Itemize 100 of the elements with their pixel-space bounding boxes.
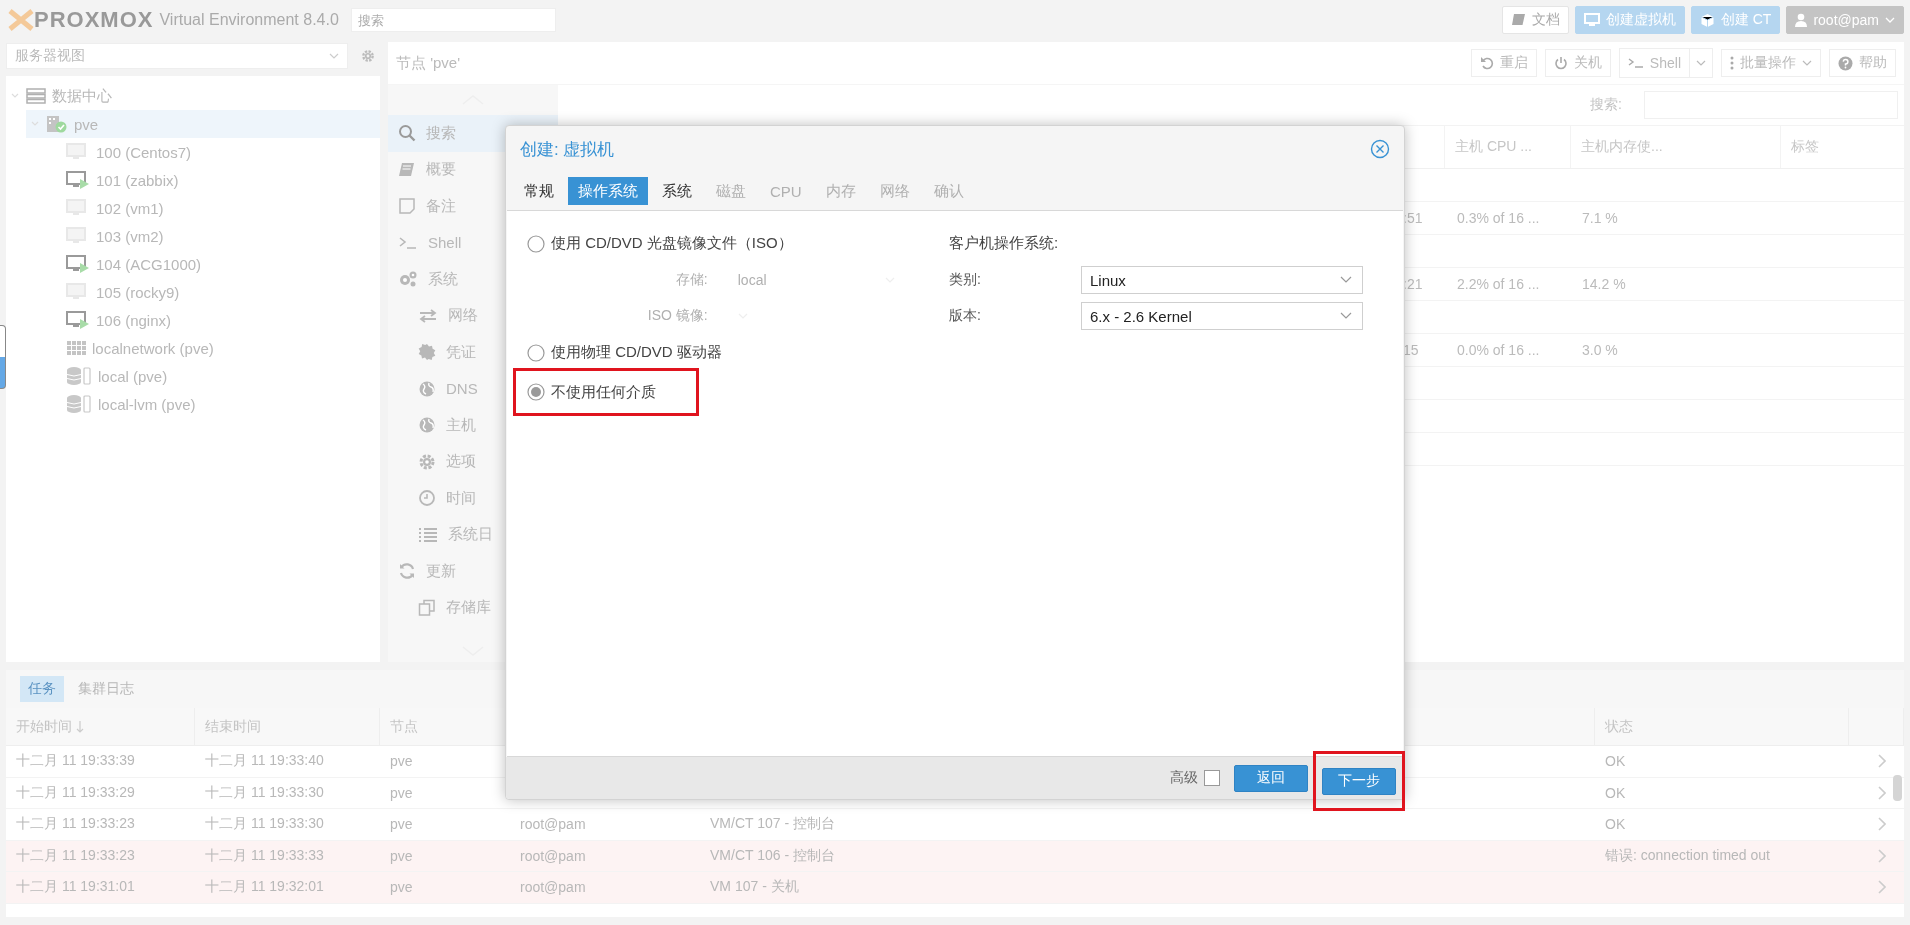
tree-item[interactable]: 101 (zabbix) (46, 166, 380, 194)
terminal-icon (1627, 57, 1644, 69)
toolbar-button[interactable]: 关机 (1544, 49, 1611, 77)
radio-option[interactable]: 使用 CD/DVD 光盘镜像文件（ISO） (527, 234, 793, 253)
nav-item[interactable]: 选项 (388, 443, 558, 480)
gear-icon (361, 49, 375, 63)
search-field[interactable]: 搜索 (350, 8, 556, 32)
arrows-icon (418, 307, 438, 324)
seal-icon (418, 343, 436, 362)
tree-item[interactable]: 106 (nginx) (46, 306, 380, 334)
chevron-down-icon (1696, 59, 1706, 67)
building-check-icon (46, 115, 68, 133)
book-icon (1510, 13, 1526, 27)
tree-item[interactable]: localnetwork (pve) (46, 334, 380, 362)
close-icon[interactable] (1370, 139, 1390, 159)
dialog-button[interactable]: 返回 (1234, 764, 1308, 792)
dialog-button[interactable]: 下一步 (1322, 767, 1396, 795)
table-cell: OK (1605, 753, 1626, 770)
nav-item[interactable]: 更新 (388, 553, 558, 590)
table-cell: 0.3% of 16 ... (1457, 210, 1540, 226)
table-cell: VM/CT 107 - 控制台 (710, 815, 835, 834)
user-icon (1795, 13, 1808, 27)
globe-icon (418, 416, 436, 435)
nav-item[interactable]: 网络 (388, 297, 558, 334)
chevron-down-icon (1885, 16, 1895, 24)
tree-item[interactable]: local-lvm (pve) (46, 390, 380, 418)
view-select[interactable]: 服务器视图 (6, 43, 348, 69)
toolbar-button[interactable]: 帮助 (1829, 49, 1896, 77)
section-heading: 客户机操作系统: (949, 233, 1060, 253)
tree-item[interactable]: pve (26, 110, 380, 138)
table-cell: root@pam (520, 847, 586, 864)
table-cell: 14.2 % (1582, 276, 1626, 292)
chevron-down-icon (329, 52, 339, 60)
scrollbar-thumb[interactable] (1893, 775, 1902, 801)
resize-handle[interactable] (0, 325, 6, 389)
table-cell: root@pam (520, 879, 586, 896)
toolbar-button[interactable]: 重启 (1470, 49, 1537, 77)
table-cell: root@pam (520, 816, 586, 833)
tab[interactable]: 系统 (652, 177, 702, 205)
nav-item[interactable]: 存储库 (388, 589, 558, 626)
clock-icon (418, 489, 436, 508)
tab[interactable]: 集群日志 (70, 676, 142, 702)
field-label: ISO 镜像: (646, 307, 708, 325)
note-icon (398, 197, 416, 216)
tab[interactable]: 操作系统 (568, 177, 648, 205)
nav-item[interactable]: 时间 (388, 480, 558, 517)
table-cell: :51 (1403, 210, 1423, 226)
chevron-right-icon[interactable] (1877, 817, 1886, 832)
tab[interactable]: 常规 (514, 177, 564, 205)
toolbar-button[interactable]: 文档 (1501, 6, 1569, 34)
advanced-checkbox[interactable]: 高级 (1170, 769, 1220, 787)
tree-item[interactable]: 数据中心 (6, 82, 380, 110)
select-field[interactable]: Linux (1081, 266, 1363, 294)
user-menu-button[interactable]: root@pam (1786, 6, 1904, 34)
table-cell: pve (390, 879, 413, 896)
product-version: Virtual Environment 8.4.0 (159, 11, 339, 29)
radio-button[interactable] (527, 343, 545, 362)
globe-icon (418, 379, 436, 398)
chevron-down-icon (1340, 312, 1352, 320)
table-cell: :21 (1403, 276, 1423, 292)
nav-item[interactable]: 主机 (388, 407, 558, 444)
cube-icon (1699, 12, 1715, 28)
chevron-right-icon[interactable] (1877, 848, 1886, 863)
toolbar-button[interactable]: 创建 CT (1690, 6, 1781, 34)
chevron-right-icon[interactable] (1877, 785, 1886, 800)
server-stack-icon (26, 88, 46, 104)
select-field[interactable]: 6.x - 2.6 Kernel (1081, 302, 1363, 330)
table-cell: 2.2% of 16 ... (1457, 276, 1540, 292)
toolbar-button[interactable]: 创建虚拟机 (1574, 6, 1685, 34)
table-cell: 3.0 % (1582, 342, 1618, 358)
undo-icon (1479, 56, 1494, 70)
table-cell: 7.1 % (1582, 210, 1618, 226)
panel-title: 节点 'pve' (396, 53, 461, 73)
toolbar-button[interactable]: 批量操作 (1721, 49, 1821, 77)
tree-item[interactable]: 103 (vm2) (46, 222, 380, 250)
nav-item[interactable]: 系统 (388, 261, 558, 298)
chevron-right-icon[interactable] (1877, 754, 1886, 769)
chevron-down-icon (1340, 276, 1352, 284)
tab[interactable]: 任务 (20, 676, 64, 702)
gear-icon (418, 452, 436, 471)
shell-split-button[interactable]: Shell (1618, 48, 1713, 78)
nav-item[interactable]: 系统日 (388, 516, 558, 553)
field-label: 版本: (949, 307, 982, 325)
radio-button[interactable] (527, 234, 545, 253)
tree-item[interactable]: 100 (Centos7) (46, 138, 380, 166)
tree-item[interactable]: local (pve) (46, 362, 380, 390)
tree-item[interactable]: 104 (ACG1000) (46, 250, 380, 278)
copy-icon (418, 598, 436, 617)
radio-button[interactable] (527, 383, 545, 401)
tree-item[interactable]: 102 (vm1) (46, 194, 380, 222)
table-cell: 0.0% of 16 ... (1457, 342, 1540, 358)
help-icon (1838, 55, 1853, 71)
radio-option[interactable]: 不使用任何介质 (527, 382, 656, 402)
radio-option[interactable]: 使用物理 CD/DVD 驱动器 (527, 343, 722, 362)
field-label: 类别: (949, 271, 982, 289)
tree-item[interactable]: 105 (rocky9) (46, 278, 380, 306)
chevron-right-icon[interactable] (1877, 880, 1886, 895)
database-icon (66, 394, 92, 414)
table-cell: pve (390, 816, 413, 833)
monitor-icon (1583, 13, 1600, 27)
